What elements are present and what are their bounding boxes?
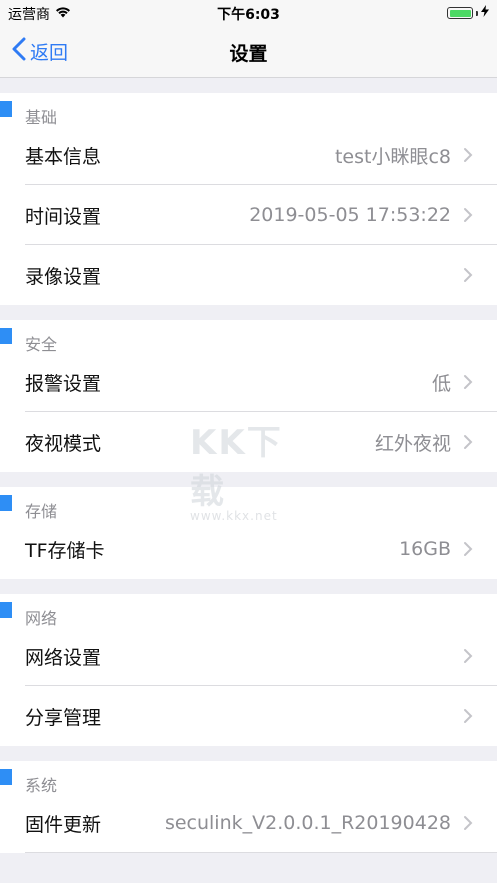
- page-title: 设置: [229, 43, 268, 65]
- row-label: 分享管理: [25, 706, 102, 729]
- section-network: 网络 网络设置 分享管理: [0, 594, 497, 746]
- row-recording-settings[interactable]: 录像设置: [25, 245, 497, 305]
- section-marker: [0, 101, 12, 117]
- row-tf-card[interactable]: TF存储卡 16GB: [25, 519, 497, 579]
- row-value: 红外夜视: [374, 432, 451, 455]
- row-label: 固件更新: [25, 813, 102, 836]
- row-alarm-settings[interactable]: 报警设置 低: [25, 352, 497, 412]
- battery-group: [447, 5, 489, 21]
- section-security: 安全 报警设置 低 夜视模式 红外夜视: [0, 320, 497, 472]
- row-time-settings[interactable]: 时间设置 2019-05-05 17:53:22: [25, 185, 497, 245]
- chevron-right-icon: [463, 374, 473, 390]
- row-value: 2019-05-05 17:53:22: [249, 204, 451, 226]
- row-basic-info[interactable]: 基本信息 test小眯眼c8: [25, 125, 497, 185]
- section-storage: 存储 TF存储卡 16GB: [0, 487, 497, 579]
- section-marker: [0, 602, 12, 618]
- battery-icon: [447, 7, 473, 19]
- status-time: 下午6:03: [217, 7, 280, 23]
- row-label: 时间设置: [25, 205, 102, 228]
- row-night-vision[interactable]: 夜视模式 红外夜视: [25, 412, 497, 472]
- chevron-right-icon: [463, 648, 473, 664]
- chevron-right-icon: [463, 815, 473, 831]
- row-label: 网络设置: [25, 646, 102, 669]
- section-header: 基础: [0, 93, 497, 127]
- settings-list: 基础 基本信息 test小眯眼c8 时间设置 2019-05-05 17:53:…: [0, 78, 497, 853]
- row-share-management[interactable]: 分享管理: [25, 686, 497, 746]
- charging-bolt-icon: [481, 5, 489, 21]
- section-header: 安全: [0, 320, 497, 354]
- row-value: 低: [431, 372, 451, 395]
- section-system: 系统 固件更新 seculink_V2.0.0.1_R20190428: [0, 761, 497, 853]
- section-header: 系统: [0, 761, 497, 795]
- section-marker: [0, 328, 12, 344]
- row-label: TF存储卡: [25, 539, 105, 562]
- row-label: 基本信息: [25, 145, 102, 168]
- section-header: 存储: [0, 487, 497, 521]
- row-network-settings[interactable]: 网络设置: [25, 626, 497, 686]
- section-marker: [0, 769, 12, 785]
- row-firmware-update[interactable]: 固件更新 seculink_V2.0.0.1_R20190428: [25, 793, 497, 853]
- section-header: 网络: [0, 594, 497, 628]
- row-label: 夜视模式: [25, 432, 102, 455]
- row-value: seculink_V2.0.0.1_R20190428: [164, 812, 451, 834]
- section-marker: [0, 495, 12, 511]
- navigation-bar: 返回 设置: [0, 26, 497, 78]
- status-bar: 运营商 下午6:03: [0, 0, 497, 26]
- row-label: 报警设置: [25, 372, 102, 395]
- chevron-right-icon: [463, 267, 473, 283]
- row-label: 录像设置: [25, 265, 102, 288]
- row-value: 16GB: [399, 538, 451, 560]
- section-basic: 基础 基本信息 test小眯眼c8 时间设置 2019-05-05 17:53:…: [0, 93, 497, 305]
- chevron-right-icon: [463, 708, 473, 724]
- chevron-right-icon: [463, 541, 473, 557]
- chevron-right-icon: [463, 434, 473, 450]
- chevron-right-icon: [463, 147, 473, 163]
- chevron-right-icon: [463, 207, 473, 223]
- row-value: test小眯眼c8: [334, 145, 451, 168]
